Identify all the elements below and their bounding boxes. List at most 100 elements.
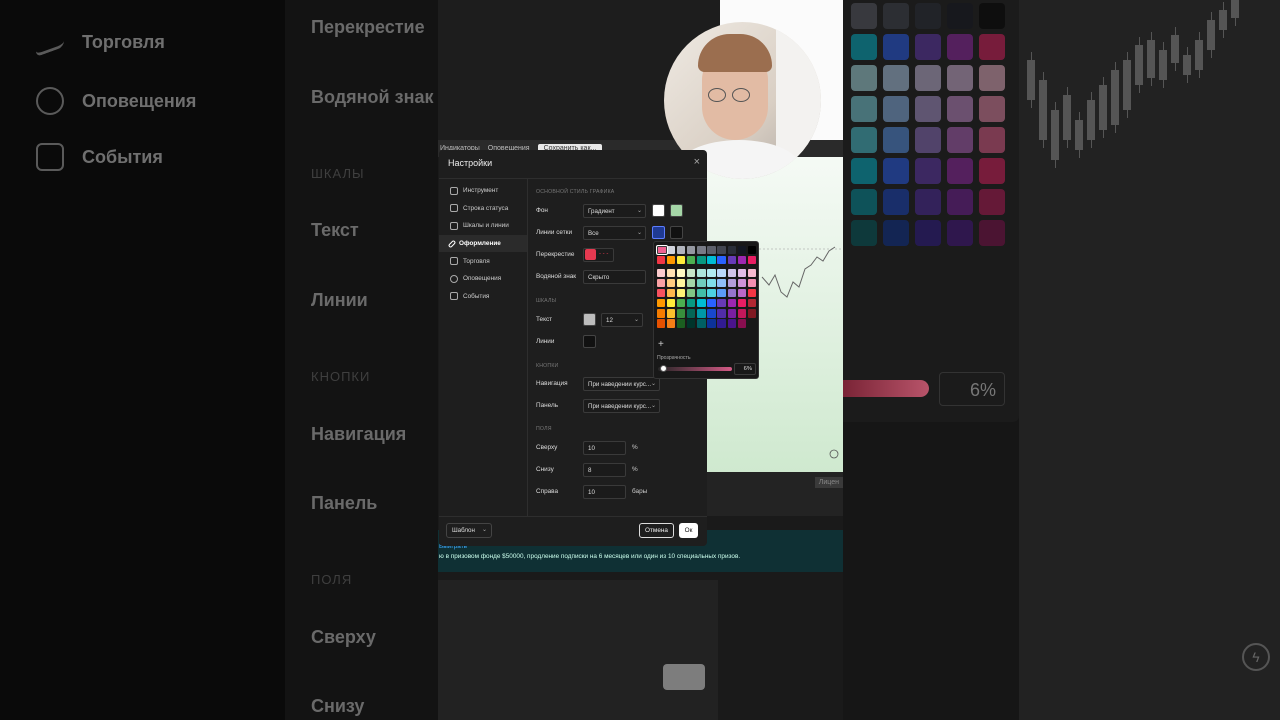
nav-item-status-line[interactable]: Строка статуса [439, 200, 527, 218]
nav-item-symbol[interactable]: Инструмент [439, 182, 527, 200]
palette-color-swatch[interactable] [667, 309, 676, 318]
palette-color-swatch[interactable] [747, 289, 756, 298]
palette-color-swatch[interactable] [717, 289, 726, 298]
grid-lines-select[interactable]: Все ⌄ [583, 226, 646, 240]
palette-color-swatch[interactable] [737, 279, 746, 288]
palette-color-swatch[interactable] [657, 299, 666, 308]
panel-select[interactable]: При наведении курс... ⌄ [583, 399, 660, 413]
palette-color-swatch[interactable] [737, 269, 746, 278]
grid-vertical-color-swatch[interactable] [652, 226, 665, 239]
palette-color-swatch[interactable] [687, 309, 696, 318]
nav-item-trading[interactable]: Торговля [439, 252, 527, 270]
palette-color-swatch[interactable] [737, 299, 746, 308]
palette-color-swatch[interactable] [727, 256, 736, 265]
crosshair-style-select[interactable]: - - - [583, 248, 614, 262]
palette-color-swatch[interactable] [717, 256, 726, 265]
palette-color-swatch[interactable] [677, 279, 686, 288]
palette-color-swatch[interactable] [717, 309, 726, 318]
navigation-select[interactable]: При наведении курс... ⌄ [583, 377, 660, 391]
palette-color-swatch[interactable] [657, 319, 666, 328]
palette-color-swatch[interactable] [717, 319, 726, 328]
text-color-swatch[interactable] [583, 313, 596, 326]
palette-color-swatch[interactable] [687, 269, 696, 278]
palette-color-swatch[interactable] [737, 309, 746, 318]
nav-item-scales[interactable]: Шкалы и линии [439, 217, 527, 235]
opacity-slider-handle[interactable] [660, 365, 667, 372]
palette-color-swatch[interactable] [687, 319, 696, 328]
palette-color-swatch[interactable] [707, 269, 716, 278]
background-color-1-swatch[interactable] [652, 204, 665, 217]
palette-color-swatch[interactable] [717, 269, 726, 278]
palette-color-swatch[interactable] [657, 279, 666, 288]
palette-color-swatch[interactable] [747, 279, 756, 288]
palette-color-swatch[interactable] [697, 299, 706, 308]
palette-color-swatch[interactable] [677, 269, 686, 278]
palette-color-swatch[interactable] [727, 319, 736, 328]
nav-item-appearance[interactable]: Оформление [439, 234, 527, 253]
lines-color-swatch[interactable] [583, 335, 596, 348]
palette-color-swatch[interactable] [667, 269, 676, 278]
palette-color-swatch[interactable] [687, 289, 696, 298]
palette-color-swatch[interactable] [717, 279, 726, 288]
palette-color-swatch[interactable] [707, 289, 716, 298]
palette-color-swatch[interactable] [707, 246, 716, 255]
palette-color-swatch[interactable] [747, 309, 756, 318]
palette-color-swatch[interactable] [717, 246, 726, 255]
palette-color-swatch[interactable] [747, 299, 756, 308]
bottom-margin-input[interactable]: 8 [583, 463, 626, 477]
palette-color-swatch[interactable] [657, 269, 666, 278]
palette-color-swatch[interactable] [667, 246, 676, 255]
palette-color-swatch[interactable] [727, 299, 736, 308]
palette-color-swatch[interactable] [747, 246, 756, 255]
ok-button[interactable]: Ок [679, 523, 698, 538]
palette-color-swatch[interactable] [717, 299, 726, 308]
palette-color-swatch[interactable] [687, 299, 696, 308]
palette-color-swatch[interactable] [657, 256, 666, 265]
palette-color-swatch[interactable] [737, 319, 746, 328]
palette-color-swatch[interactable] [727, 279, 736, 288]
palette-color-swatch[interactable] [707, 299, 716, 308]
palette-color-swatch[interactable] [727, 309, 736, 318]
palette-color-swatch[interactable] [707, 309, 716, 318]
palette-color-swatch[interactable] [677, 289, 686, 298]
right-margin-input[interactable]: 10 [583, 485, 626, 499]
palette-color-swatch[interactable] [667, 279, 676, 288]
grid-horizontal-color-swatch[interactable] [670, 226, 683, 239]
palette-color-swatch[interactable] [677, 319, 686, 328]
palette-color-swatch[interactable] [697, 309, 706, 318]
nav-item-alerts[interactable]: Оповещения [439, 270, 527, 288]
add-custom-color-button[interactable]: + [658, 339, 664, 350]
palette-color-swatch[interactable] [656, 244, 668, 256]
nav-item-events[interactable]: События [439, 288, 527, 306]
palette-color-swatch[interactable] [667, 319, 676, 328]
opacity-slider[interactable] [658, 367, 732, 371]
palette-color-swatch[interactable] [697, 269, 706, 278]
palette-color-swatch[interactable] [727, 289, 736, 298]
palette-color-swatch[interactable] [697, 279, 706, 288]
template-select[interactable]: Шаблон ⌄ [446, 523, 492, 538]
palette-color-swatch[interactable] [677, 309, 686, 318]
palette-color-swatch[interactable] [677, 246, 686, 255]
background-color-2-swatch[interactable] [670, 204, 683, 217]
palette-color-swatch[interactable] [657, 289, 666, 298]
palette-color-swatch[interactable] [657, 309, 666, 318]
top-margin-input[interactable]: 10 [583, 441, 626, 455]
palette-color-swatch[interactable] [747, 269, 756, 278]
palette-color-swatch[interactable] [697, 256, 706, 265]
palette-color-swatch[interactable] [747, 256, 756, 265]
palette-color-swatch[interactable] [737, 256, 746, 265]
palette-color-swatch[interactable] [667, 256, 676, 265]
palette-color-swatch[interactable] [677, 299, 686, 308]
background-type-select[interactable]: Градиент ⌄ [583, 204, 646, 218]
palette-color-swatch[interactable] [697, 289, 706, 298]
palette-color-swatch[interactable] [697, 319, 706, 328]
palette-color-swatch[interactable] [707, 319, 716, 328]
palette-color-swatch[interactable] [667, 289, 676, 298]
palette-color-swatch[interactable] [727, 246, 736, 255]
palette-color-swatch[interactable] [667, 299, 676, 308]
palette-color-swatch[interactable] [687, 246, 696, 255]
palette-color-swatch[interactable] [727, 269, 736, 278]
palette-color-swatch[interactable] [707, 279, 716, 288]
palette-color-swatch[interactable] [737, 246, 746, 255]
text-size-select[interactable]: 12 ⌄ [601, 313, 643, 327]
